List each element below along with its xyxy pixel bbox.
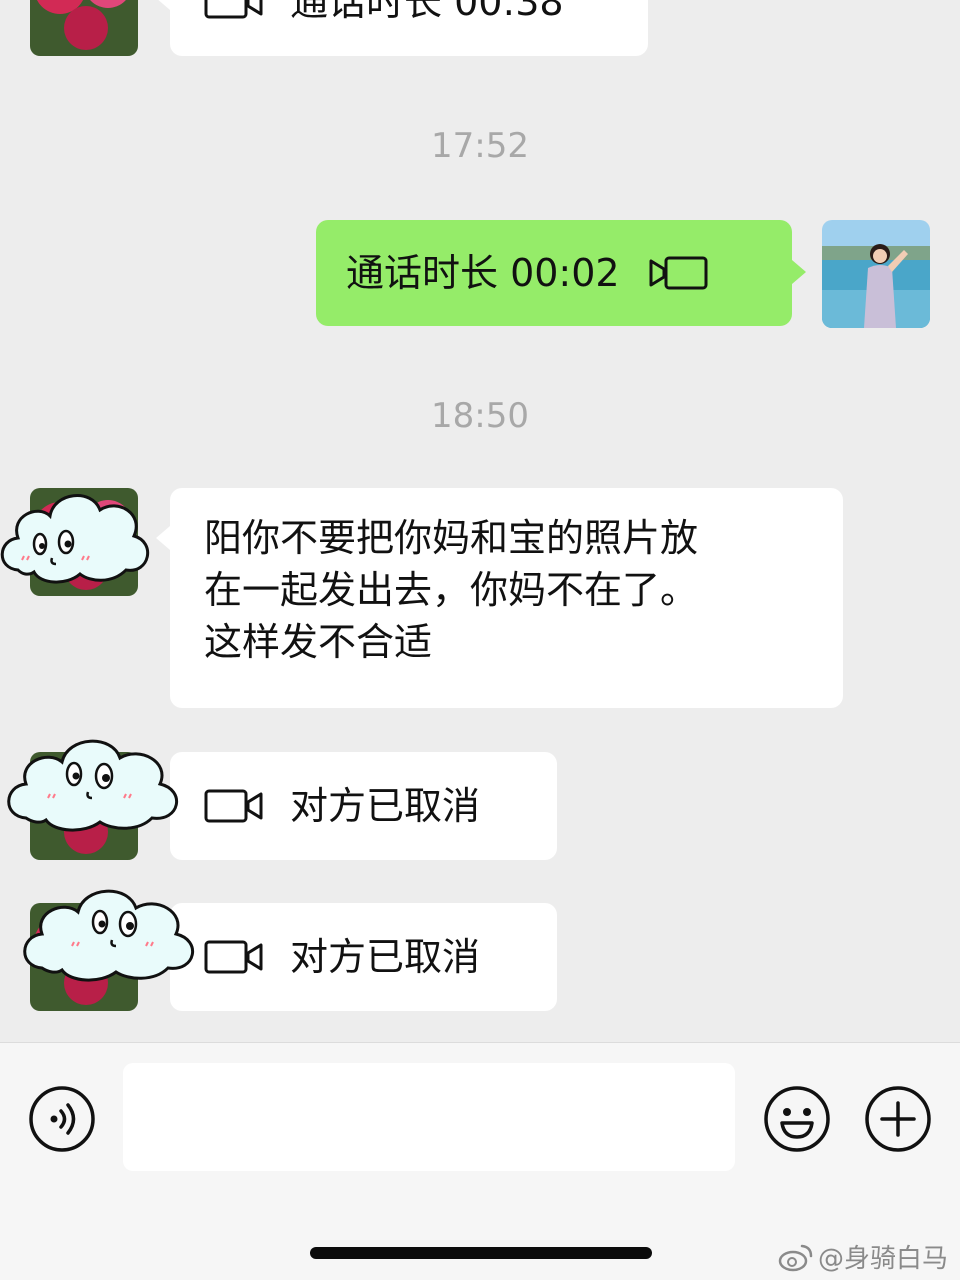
video-call-bubble[interactable]: 通话时长 00:02 [316, 220, 806, 326]
my-avatar[interactable] [822, 220, 930, 328]
cloud-sticker [23, 889, 194, 982]
message-line: 这样发不合适 [204, 620, 433, 664]
video-camera-icon [649, 256, 708, 290]
watermark: @身骑白马 [778, 1238, 948, 1275]
voice-input-icon[interactable] [28, 1085, 96, 1153]
weibo-logo-icon [778, 1244, 813, 1271]
message-input[interactable] [123, 1063, 735, 1171]
contact-avatar[interactable] [30, 0, 138, 56]
video-call-bubble[interactable]: 对方已取消 [156, 903, 557, 1011]
message-line: 阳你不要把你妈和宝的照片放 [204, 516, 699, 560]
video-call-bubble[interactable]: 对方已取消 [156, 752, 557, 860]
video-camera-icon [204, 789, 263, 823]
cloud-sticker [7, 739, 178, 832]
timestamp: 18:50 [431, 396, 529, 436]
video-call-bubble[interactable]: 通话时长 00:38 [156, 0, 648, 56]
call-duration-text: 通话时长 00:02 [346, 251, 620, 295]
emoji-icon[interactable] [763, 1085, 831, 1153]
video-camera-icon [204, 940, 263, 974]
call-status-text: 对方已取消 [290, 935, 481, 979]
plus-icon[interactable] [864, 1085, 932, 1153]
call-status-text: 对方已取消 [290, 784, 481, 828]
chat-area[interactable]: 通话时长 00:38 17:52 通话时长 00:02 18:50 阳你不要把你… [0, 0, 960, 1042]
video-camera-icon [204, 0, 263, 19]
call-duration-text: 通话时长 00:38 [290, 0, 564, 24]
cloud-sticker [0, 494, 150, 584]
text-message-bubble[interactable]: 阳你不要把你妈和宝的照片放 在一起发出去，你妈不在了。 这样发不合适 [156, 488, 843, 708]
timestamp: 17:52 [431, 126, 529, 166]
watermark-text: @身骑白马 [817, 1244, 948, 1274]
message-line: 在一起发出去，你妈不在了。 [204, 568, 699, 612]
home-indicator[interactable] [310, 1247, 652, 1259]
